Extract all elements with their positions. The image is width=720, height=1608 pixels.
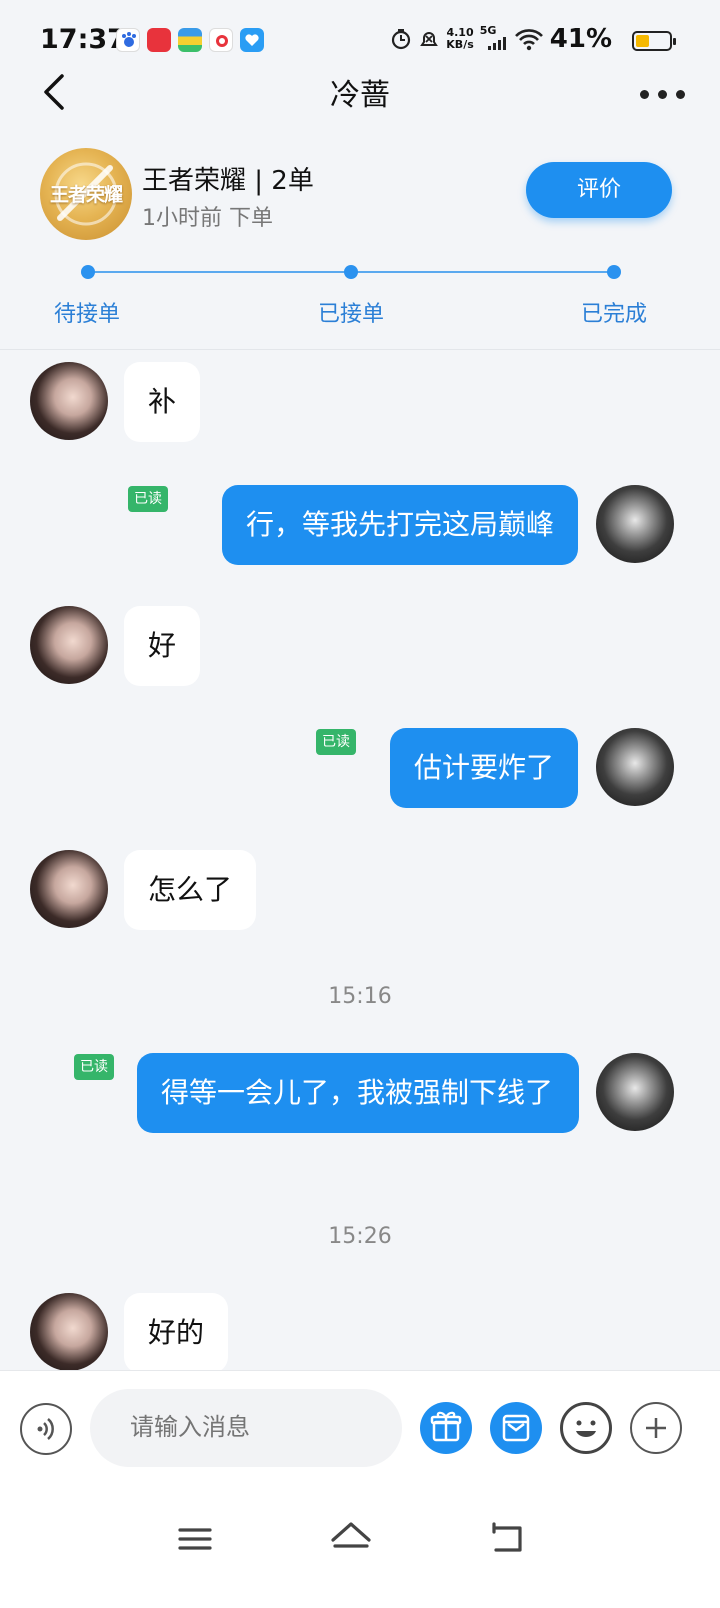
menu-button[interactable] xyxy=(166,1514,226,1564)
order-title: 王者荣耀 | 2单 xyxy=(142,166,314,196)
coupon-button[interactable] xyxy=(490,1402,542,1454)
battery-fill xyxy=(636,35,649,47)
message-list[interactable]: 补 已读 行，等我先打完这局巅峰 好 已读 估计要炸了 怎么了 15:16 已读… xyxy=(0,352,720,1370)
read-badge: 已读 xyxy=(74,1054,114,1080)
menu-icon xyxy=(178,1528,212,1550)
emoji-icon xyxy=(576,1420,596,1437)
incoming-message[interactable]: 怎么了 xyxy=(124,850,257,930)
plus-button[interactable] xyxy=(630,1402,682,1454)
game-logo-text: 王者荣耀 xyxy=(49,184,123,206)
input-bar xyxy=(0,1370,720,1510)
order-card: 王者荣耀 王者荣耀 | 2单 1小时前 下单 评价 待接单 已接单 已完成 xyxy=(0,140,720,350)
voice-button[interactable] xyxy=(20,1403,72,1455)
status-app-icons xyxy=(116,28,264,52)
baidu-app-icon xyxy=(116,28,140,52)
order-subtitle: 1小时前 下单 xyxy=(142,206,273,231)
step-accepted: 已接单 xyxy=(318,302,385,327)
plus-icon xyxy=(646,1418,666,1438)
baidu-map-app-icon xyxy=(209,28,233,52)
title-bar: 冷蔷 xyxy=(0,64,720,120)
contact-avatar[interactable] xyxy=(30,362,108,440)
step-dot-pending xyxy=(81,265,95,279)
game-logo: 王者荣耀 xyxy=(40,148,132,240)
heart-app-icon xyxy=(240,28,264,52)
status-right: 4.10 KB/s 5G 41% xyxy=(390,24,664,54)
outgoing-message[interactable]: 估计要炸了 xyxy=(389,728,578,808)
page-title: 冷蔷 xyxy=(330,78,390,113)
system-nav-bar xyxy=(0,1490,720,1608)
back-nav-button[interactable] xyxy=(478,1514,538,1564)
battery-icon xyxy=(632,31,676,51)
timestamp: 15:16 xyxy=(328,984,392,1009)
wallet-app-icon xyxy=(178,28,202,52)
my-avatar[interactable] xyxy=(596,728,674,806)
more-button[interactable] xyxy=(638,74,688,110)
step-completed: 已完成 xyxy=(581,302,648,327)
step-dot-accepted xyxy=(344,265,358,279)
incoming-message[interactable]: 补 xyxy=(124,362,201,442)
return-icon xyxy=(492,1522,522,1552)
gift-icon xyxy=(430,1411,462,1442)
more-icon-dot xyxy=(658,90,667,99)
status-time: 17:37 xyxy=(40,24,126,55)
battery-percent: 41% xyxy=(549,24,612,54)
signal-icon xyxy=(487,37,506,50)
read-badge: 已读 xyxy=(128,486,168,512)
rate-button[interactable]: 评价 xyxy=(526,162,672,218)
net-speed-unit: KB/s xyxy=(446,38,474,51)
outgoing-message[interactable]: 得等一会儿了，我被强制下线了 xyxy=(137,1053,579,1133)
coupon-icon xyxy=(502,1414,530,1442)
timestamp: 15:26 xyxy=(328,1224,392,1249)
voice-icon xyxy=(37,1418,54,1440)
mute-bell-icon xyxy=(420,32,439,46)
shop-app-icon xyxy=(147,28,171,52)
read-badge: 已读 xyxy=(316,729,356,755)
wifi-icon xyxy=(514,29,543,51)
net-speed: 4.10 KB/s xyxy=(446,27,473,51)
outgoing-message[interactable]: 行，等我先打完这局巅峰 xyxy=(221,485,578,565)
alarm-icon xyxy=(392,29,411,50)
message-input[interactable] xyxy=(90,1389,402,1467)
incoming-message[interactable]: 好的 xyxy=(124,1293,229,1370)
emoji-button[interactable] xyxy=(560,1402,612,1454)
gift-button[interactable] xyxy=(420,1402,472,1454)
cell-signal: 5G xyxy=(480,24,508,52)
contact-avatar[interactable] xyxy=(30,606,108,684)
my-avatar[interactable] xyxy=(596,485,674,563)
home-button[interactable] xyxy=(321,1514,381,1564)
battery-nub xyxy=(673,38,676,45)
step-pending: 待接单 xyxy=(54,302,121,327)
contact-avatar[interactable] xyxy=(30,1293,108,1370)
more-icon-dot xyxy=(676,90,685,99)
step-dot-completed xyxy=(607,265,621,279)
home-icon xyxy=(331,1522,371,1548)
my-avatar[interactable] xyxy=(596,1053,674,1131)
more-icon xyxy=(640,90,649,99)
contact-avatar[interactable] xyxy=(30,850,108,928)
incoming-message[interactable]: 好 xyxy=(124,606,201,686)
